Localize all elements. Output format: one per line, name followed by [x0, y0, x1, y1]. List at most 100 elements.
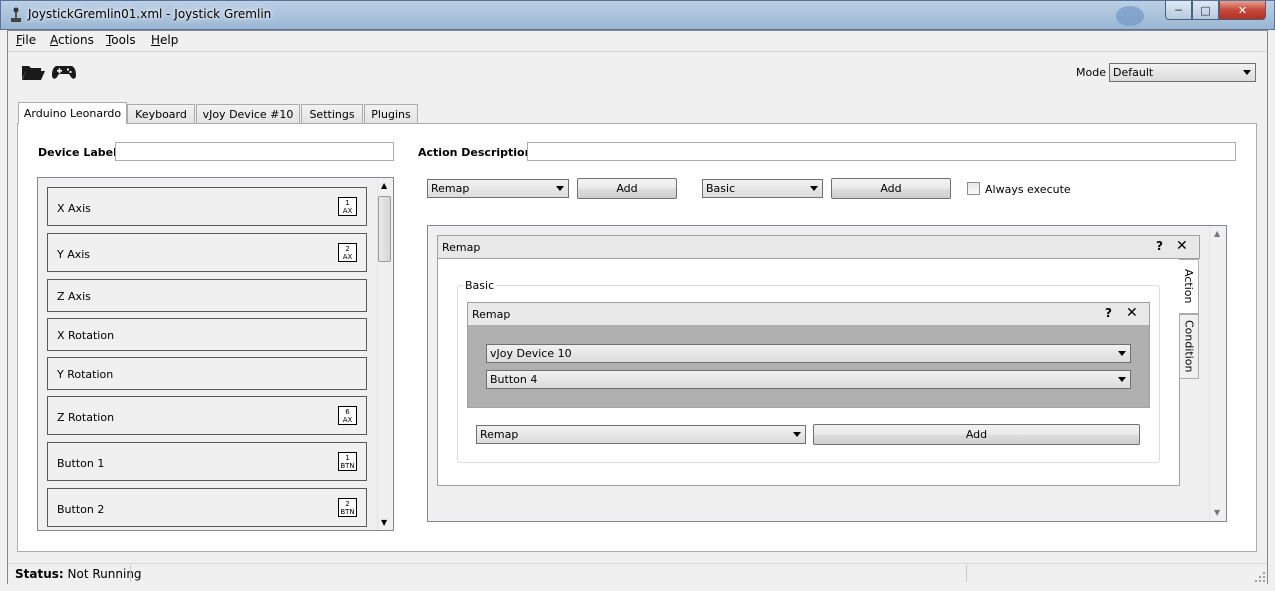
- scroll-up-icon[interactable]: ▲: [381, 181, 387, 190]
- add-action-button[interactable]: Add: [577, 178, 677, 199]
- menu-actions-key: A: [50, 33, 58, 47]
- help-icon[interactable]: ?: [1105, 306, 1112, 320]
- gamepad-icon[interactable]: [52, 63, 76, 81]
- badge-number: 1: [345, 454, 350, 462]
- input-label: Button 2: [57, 503, 105, 516]
- scroll-down-icon[interactable]: ▼: [1214, 508, 1220, 517]
- help-icon[interactable]: ?: [1156, 239, 1163, 253]
- menu-help[interactable]: Help: [151, 33, 178, 47]
- menu-separator: [8, 51, 1267, 52]
- device-label-caption: Device Label: [38, 146, 117, 159]
- action-description-caption: Action Description: [418, 146, 533, 159]
- vjoy-device-value: vJoy Device 10: [490, 347, 572, 360]
- status-bar: [8, 563, 1267, 584]
- mode-select[interactable]: Default: [1109, 63, 1256, 82]
- action-area-scrollbar[interactable]: [1209, 226, 1226, 521]
- chevron-down-icon: [793, 432, 801, 437]
- action-description-input[interactable]: [527, 142, 1236, 161]
- input-label: Z Rotation: [57, 411, 115, 424]
- input-label: Button 1: [57, 457, 105, 470]
- menu-tools-label: ools: [111, 33, 136, 47]
- tab-label: vJoy Device #10: [202, 107, 294, 121]
- joystick-app-icon: [11, 7, 21, 22]
- close-window-button[interactable]: ✕: [1219, 1, 1266, 20]
- tab-label: Action: [1182, 269, 1195, 304]
- button-badge-icon: 2 BTN: [338, 498, 357, 517]
- badge-type: BTN: [340, 462, 355, 470]
- menu-help-key: H: [151, 33, 161, 47]
- minimize-button[interactable]: ─: [1165, 1, 1192, 20]
- always-execute-label: Always execute: [985, 183, 1071, 196]
- remap-action-header: Remap ? ✕: [467, 302, 1150, 326]
- badge-number: 6: [345, 408, 350, 416]
- folder-open-icon[interactable]: [20, 62, 46, 82]
- tab-label: Keyboard: [135, 107, 187, 121]
- container-type-select[interactable]: Basic: [702, 179, 823, 198]
- axis-badge-icon: 6 AX: [338, 406, 357, 425]
- remap-action-title: Remap: [472, 308, 511, 321]
- menu-tools[interactable]: Tools: [106, 33, 136, 47]
- button-badge-icon: 1 BTN: [338, 452, 357, 471]
- container-add-action-button[interactable]: Add: [813, 424, 1140, 445]
- badge-type: AX: [342, 253, 353, 261]
- badge-number: 2: [345, 245, 350, 253]
- add-container-button[interactable]: Add: [831, 178, 951, 199]
- device-label-input[interactable]: [115, 142, 394, 161]
- tab-condition[interactable]: Condition: [1179, 314, 1199, 379]
- tab-plugins[interactable]: Plugins: [364, 104, 418, 123]
- badge-type: AX: [342, 207, 353, 215]
- axis-badge-icon: 1 AX: [338, 197, 357, 216]
- close-icon[interactable]: ✕: [1126, 305, 1138, 321]
- input-list-scroll-thumb[interactable]: [378, 196, 391, 262]
- list-item-x-rotation[interactable]: X Rotation: [47, 318, 367, 351]
- list-item-z-axis[interactable]: Z Axis: [47, 279, 367, 312]
- menu-file[interactable]: File: [16, 33, 36, 47]
- list-item-z-rotation[interactable]: Z Rotation 6 AX: [47, 396, 367, 435]
- list-item-button-1[interactable]: Button 1 1 BTN: [47, 442, 367, 481]
- container-action-type-select[interactable]: Remap: [476, 425, 806, 444]
- remap-action-body: [467, 325, 1150, 408]
- window-title: JoystickGremlin01.xml - Joystick Gremlin: [28, 7, 272, 21]
- axis-badge-icon: 2 AX: [338, 243, 357, 262]
- status-separator: [130, 565, 131, 582]
- input-label: X Rotation: [57, 329, 115, 342]
- vjoy-device-select[interactable]: vJoy Device 10: [486, 344, 1131, 363]
- list-item-x-axis[interactable]: X Axis 1 AX: [47, 187, 367, 226]
- mode-label: Mode: [1076, 66, 1106, 79]
- resize-grip-icon[interactable]: [1254, 571, 1266, 583]
- menu-file-label: ile: [22, 33, 37, 47]
- list-item-y-rotation[interactable]: Y Rotation: [47, 357, 367, 390]
- container-title: Remap: [442, 241, 481, 254]
- badge-type: AX: [342, 416, 353, 424]
- tab-action[interactable]: Action: [1179, 259, 1199, 314]
- scroll-up-icon[interactable]: ▲: [1214, 229, 1220, 238]
- menu-help-label: elp: [160, 33, 179, 47]
- status-text: Status: Not Running: [15, 567, 142, 581]
- close-icon[interactable]: ✕: [1176, 238, 1188, 254]
- mode-select-value: Default: [1113, 66, 1154, 79]
- tab-arduino-leonardo[interactable]: Arduino Leonardo: [18, 102, 127, 124]
- maximize-icon: □: [1200, 3, 1211, 17]
- minimize-icon: ─: [1175, 3, 1182, 17]
- menu-actions-label: ctions: [58, 33, 94, 47]
- container-action-type-value: Remap: [480, 428, 519, 441]
- list-item-button-2[interactable]: Button 2 2 BTN: [47, 488, 367, 527]
- tab-vjoy-device-10[interactable]: vJoy Device #10: [196, 104, 300, 123]
- tab-settings[interactable]: Settings: [301, 104, 363, 123]
- menu-actions[interactable]: Actions: [50, 33, 94, 47]
- close-icon: ✕: [1237, 3, 1248, 17]
- vjoy-input-select[interactable]: Button 4: [486, 370, 1131, 389]
- badge-number: 2: [345, 500, 350, 508]
- menu-bar: [8, 31, 1267, 51]
- maximize-button[interactable]: □: [1192, 1, 1219, 20]
- input-label: Y Axis: [57, 248, 91, 261]
- action-type-select[interactable]: Remap: [427, 179, 569, 198]
- tab-label: Arduino Leonardo: [23, 107, 122, 120]
- input-label: X Axis: [57, 202, 91, 215]
- scroll-down-icon[interactable]: ▼: [381, 518, 387, 527]
- list-item-y-axis[interactable]: Y Axis 2 AX: [47, 233, 367, 272]
- always-execute-checkbox[interactable]: [967, 182, 980, 195]
- tab-keyboard[interactable]: Keyboard: [127, 104, 195, 123]
- input-label: Y Rotation: [57, 368, 114, 381]
- action-type-value: Remap: [431, 182, 470, 195]
